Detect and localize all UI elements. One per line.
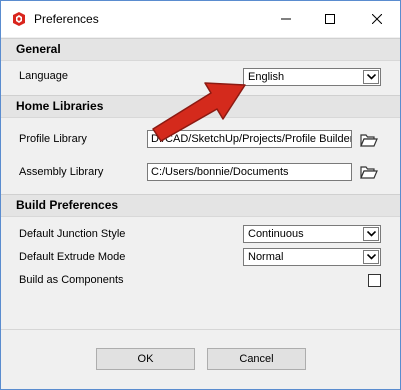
chevron-down-icon[interactable] [363, 227, 379, 241]
preferences-window: Preferences General Language English Hom… [0, 0, 401, 390]
annotation-arrow-icon [152, 82, 246, 142]
chevron-down-icon[interactable] [363, 70, 379, 84]
cancel-button[interactable]: Cancel [207, 348, 306, 370]
sketchup-app-icon [13, 12, 25, 26]
build-preferences-section-header: Build Preferences [1, 194, 400, 217]
title-bar[interactable]: Preferences [1, 1, 400, 37]
build-as-components-checkbox[interactable] [368, 274, 381, 287]
close-button[interactable] [354, 1, 400, 37]
footer-divider [1, 329, 400, 330]
minimize-icon [281, 18, 291, 20]
junction-style-label: Default Junction Style [19, 228, 126, 240]
general-section-title: General [16, 42, 61, 56]
extrude-mode-value: Normal [248, 251, 284, 263]
language-label: Language [19, 70, 68, 82]
ok-button[interactable]: OK [96, 348, 195, 370]
assembly-library-value: C:/Users/bonnie/Documents [151, 166, 289, 178]
profile-folder-open-icon[interactable] [360, 132, 378, 148]
extrude-mode-select[interactable]: Normal [243, 248, 381, 266]
assembly-library-label: Assembly Library [19, 166, 104, 178]
close-icon [372, 14, 382, 24]
home-libraries-section-title: Home Libraries [16, 99, 104, 113]
assembly-folder-open-icon[interactable] [360, 164, 378, 180]
assembly-library-field[interactable]: C:/Users/bonnie/Documents [147, 163, 352, 181]
language-select[interactable]: English [243, 68, 381, 86]
junction-style-value: Continuous [248, 228, 304, 240]
minimize-button[interactable] [263, 1, 309, 37]
build-as-components-label: Build as Components [19, 274, 124, 286]
maximize-icon [325, 14, 335, 24]
profile-library-label: Profile Library [19, 133, 87, 145]
general-section-header: General [1, 38, 400, 61]
language-select-value: English [248, 71, 285, 83]
maximize-button[interactable] [307, 1, 353, 37]
junction-style-select[interactable]: Continuous [243, 225, 381, 243]
window-title: Preferences [34, 12, 99, 26]
build-preferences-section-title: Build Preferences [16, 198, 119, 212]
extrude-mode-label: Default Extrude Mode [19, 251, 126, 263]
chevron-down-icon[interactable] [363, 250, 379, 264]
